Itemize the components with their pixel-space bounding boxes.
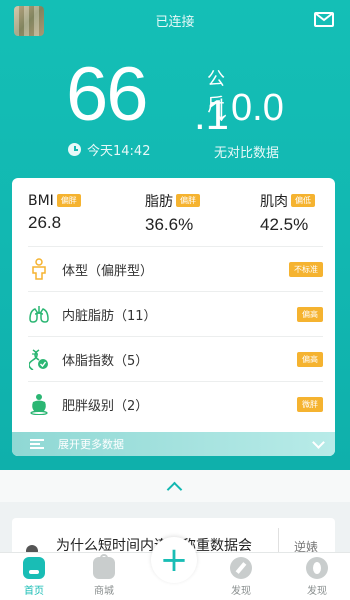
metric-muscle[interactable]: 肌肉 偏低 42.5% (260, 190, 315, 235)
metric-badge: 偏胖 (176, 194, 200, 207)
list-item[interactable]: 体脂指数（5） 偏高 (28, 336, 323, 381)
expand-more-button[interactable]: 展开更多数据 (12, 432, 335, 456)
tab-mall[interactable]: 商城 (79, 554, 129, 597)
home-icon (23, 557, 45, 579)
list-item[interactable]: 体型（偏胖型） 不标准 (28, 246, 323, 291)
metric-fat[interactable]: 脂肪 偏胖 36.6% (145, 190, 200, 235)
metric-value: 42.5% (260, 214, 309, 234)
compass-icon (230, 557, 252, 579)
clock-icon (68, 143, 81, 156)
menu-icon (30, 439, 44, 449)
tab-label: 发现 (231, 586, 251, 597)
discover-icon (306, 557, 328, 579)
measure-time: 今天14:42 (68, 140, 150, 159)
tab-home[interactable]: 首页 (9, 557, 59, 597)
list-item[interactable]: 肥胖级别（2） 微胖 (28, 381, 323, 426)
shopping-bag-icon (93, 554, 115, 579)
body-data-card: BMI 偏胖 26.8 脂肪 偏胖 36.6% 肌肉 偏低 42.5% 体型（偏胖型）… (12, 178, 335, 456)
status-badge: 微胖 (297, 396, 323, 412)
mail-icon[interactable] (314, 12, 334, 27)
dna-icon (28, 348, 50, 370)
metric-value: 36.6% (145, 214, 194, 234)
body-type-icon (28, 258, 50, 280)
tab-label: 首页 (24, 586, 44, 597)
tab-discover-2[interactable]: 发现 (292, 557, 342, 597)
plus-icon: + (159, 540, 189, 580)
list-item-label: 体脂指数（5） (62, 353, 149, 369)
metric-value: 26.8 (28, 213, 62, 232)
metric-badge: 偏低 (291, 194, 315, 207)
list-item[interactable]: 内脏脂肪（11） 偏高 (28, 291, 323, 336)
status-badge: 偏高 (297, 306, 323, 322)
chevron-down-icon (312, 435, 325, 449)
tab-label: 商城 (94, 586, 114, 597)
tab-discover[interactable]: 发现 (216, 557, 266, 597)
obesity-icon (28, 393, 50, 415)
measure-time-text: 今天14:42 (87, 144, 151, 159)
metric-name: 肌肉 (260, 193, 288, 210)
tab-label: 发现 (307, 586, 327, 597)
list-item-label: 体型（偏胖型） (62, 263, 154, 279)
status-badge: 偏高 (297, 351, 323, 367)
weight-header: 已连接 66 .1 公斤 今天14:42 ↓0.0 无对比数据 BMI 偏胖 26… (0, 0, 350, 470)
status-badge: 不标准 (289, 261, 323, 277)
indicator-list: 体型（偏胖型） 不标准 内脏脂肪（11） 偏高 体脂指数（5） 偏高 肥胖级别（… (12, 246, 335, 426)
list-item-label: 肥胖级别（2） (62, 398, 149, 414)
metrics-row: BMI 偏胖 26.8 脂肪 偏胖 36.6% 肌肉 偏低 42.5% (12, 178, 335, 246)
collapse-toggle[interactable] (0, 470, 350, 502)
lungs-icon (28, 303, 50, 325)
weight-integer: 66 (66, 52, 149, 137)
chevron-up-icon (166, 481, 183, 498)
metric-badge: 偏胖 (56, 194, 81, 207)
metric-bmi[interactable]: BMI 偏胖 26.8 (28, 190, 81, 233)
connection-status: 已连接 (155, 15, 195, 30)
metric-name: BMI (28, 192, 54, 209)
weight-value: 66 .1 公斤 (66, 57, 229, 139)
delta-note: 无对比数据 (214, 146, 280, 161)
metric-name: 脂肪 (145, 193, 173, 210)
list-item-label: 内脏脂肪（11） (62, 308, 157, 324)
add-button[interactable]: + (151, 537, 197, 583)
expand-more-label: 展开更多数据 (58, 438, 124, 451)
weight-delta: ↓0.0 (212, 87, 284, 129)
